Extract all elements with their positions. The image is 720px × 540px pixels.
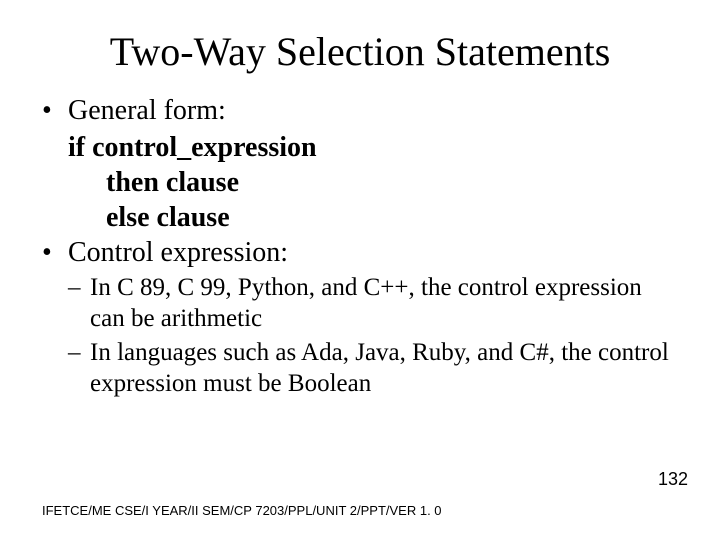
footer-text: IFETCE/ME CSE/I YEAR/II SEM/CP 7203/PPL/… [42, 503, 442, 518]
slide: Two-Way Selection Statements • General f… [0, 0, 720, 540]
sub-bullet-text: In languages such as Ada, Java, Ruby, an… [90, 337, 678, 400]
code-line-if: if control_expression [68, 130, 678, 165]
dash-mark: – [68, 337, 90, 400]
bullet-text: General form: [68, 93, 226, 128]
bullet-mark: • [42, 93, 68, 128]
sub-bullet-item: – In C 89, C 99, Python, and C++, the co… [68, 272, 678, 335]
sub-bullets: – In C 89, C 99, Python, and C++, the co… [68, 272, 678, 399]
sub-bullet-item: – In languages such as Ada, Java, Ruby, … [68, 337, 678, 400]
slide-title: Two-Way Selection Statements [42, 28, 678, 75]
bullet-item: • Control expression: [42, 235, 678, 270]
slide-body: • General form: if control_expression th… [42, 93, 678, 399]
bullet-item: • General form: [42, 93, 678, 128]
bullet-text: Control expression: [68, 235, 288, 270]
sub-bullet-text: In C 89, C 99, Python, and C++, the cont… [90, 272, 678, 335]
code-line-else: else clause [106, 200, 678, 235]
page-number: 132 [658, 469, 688, 490]
code-line-then: then clause [106, 165, 678, 200]
bullet-mark: • [42, 235, 68, 270]
dash-mark: – [68, 272, 90, 335]
